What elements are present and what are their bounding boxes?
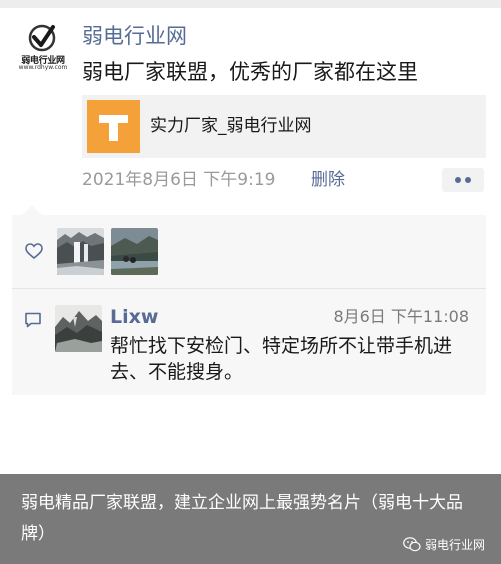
heart-icon bbox=[25, 243, 43, 259]
delete-button[interactable]: 删除 bbox=[311, 168, 345, 192]
post-text: 弱电厂家联盟，优秀的厂家都在这里 bbox=[82, 60, 418, 84]
post-author-name[interactable]: 弱电行业网 bbox=[82, 22, 187, 50]
lake-landscape-image bbox=[111, 228, 158, 275]
wechat-icon bbox=[403, 537, 421, 552]
like-avatar[interactable] bbox=[57, 228, 104, 275]
comment-author-name[interactable]: Lixw bbox=[110, 304, 158, 330]
post-time: 2021年8月6日 下午9:19 bbox=[82, 170, 276, 190]
link-thumbnail bbox=[87, 100, 140, 153]
watermark-text: 弱电行业网 bbox=[425, 538, 486, 552]
top-strip bbox=[0, 0, 501, 8]
shared-link-card[interactable]: 实力厂家_弱电行业网 bbox=[82, 95, 486, 158]
mountain-painting-image bbox=[55, 305, 102, 352]
like-avatar[interactable] bbox=[111, 228, 158, 275]
logo-url: www.rdhyw.com bbox=[18, 64, 68, 71]
comment-icon bbox=[25, 312, 41, 328]
dot-icon bbox=[455, 177, 461, 183]
author-avatar[interactable]: 弱电行业网 www.rdhyw.com bbox=[14, 22, 72, 74]
dot-icon bbox=[465, 177, 471, 183]
waterfall-landscape-image bbox=[57, 228, 104, 275]
checkmark-logo-icon bbox=[28, 24, 56, 52]
link-title: 实力厂家_弱电行业网 bbox=[150, 116, 312, 136]
interaction-divider bbox=[12, 288, 486, 289]
interaction-arrow bbox=[22, 205, 42, 215]
comment-time: 8月6日 下午11:08 bbox=[333, 307, 469, 326]
commenter-avatar[interactable] bbox=[55, 305, 102, 352]
more-options-button[interactable] bbox=[442, 168, 484, 192]
comment-text[interactable]: 帮忙找下安检门、特定场所不让带手机进去、不能搜身。 bbox=[110, 333, 470, 385]
